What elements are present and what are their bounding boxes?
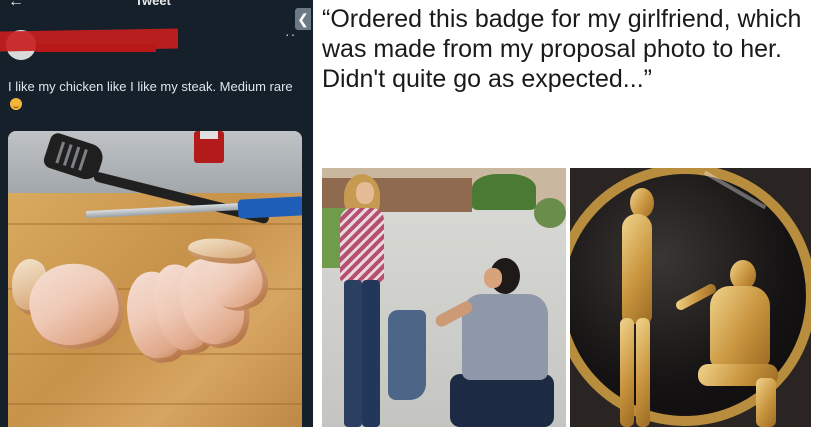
man-kneeling-legs bbox=[450, 374, 554, 427]
chevron-left-icon[interactable]: ❮ bbox=[295, 8, 311, 30]
background-plant bbox=[534, 198, 566, 228]
badge-kneeling-body bbox=[710, 286, 770, 368]
background-bush bbox=[472, 174, 536, 210]
badge-kneeling-shin bbox=[756, 378, 776, 427]
tweet-header: ← Tweet bbox=[0, 0, 313, 14]
meme-collage: ← Tweet ·· I like my chicken like I like… bbox=[0, 0, 817, 427]
grinning-face-emoji-icon bbox=[10, 98, 22, 110]
tweet-screenshot: ← Tweet ·· I like my chicken like I like… bbox=[0, 0, 313, 427]
woman-face bbox=[356, 182, 374, 204]
meme-caption: “Ordered this badge for my girlfriend, w… bbox=[322, 5, 802, 93]
badge-figure-leg bbox=[636, 318, 650, 427]
badge-photo[interactable] bbox=[570, 168, 811, 427]
wood-grain bbox=[8, 403, 302, 405]
man-face bbox=[484, 268, 502, 288]
woman-leg bbox=[344, 280, 362, 427]
wood-grain bbox=[8, 223, 302, 225]
badge-figure-leg bbox=[620, 318, 634, 427]
woman-striped-shirt bbox=[340, 208, 384, 282]
tweet-body: I like my chicken like I like my steak. … bbox=[8, 78, 298, 112]
tweet-body-text: I like my chicken like I like my steak. … bbox=[8, 79, 293, 94]
denim-jacket bbox=[388, 310, 426, 400]
bottle-cap bbox=[200, 131, 218, 139]
arrow-left-icon[interactable]: ← bbox=[8, 0, 24, 10]
spatula-slot bbox=[78, 149, 88, 171]
badge-figure-body bbox=[622, 214, 652, 324]
proposal-photo[interactable] bbox=[322, 168, 566, 427]
man-shirt bbox=[462, 294, 548, 380]
woman-leg bbox=[362, 280, 380, 427]
tweet-photo[interactable] bbox=[8, 131, 302, 427]
tweet-header-title: Tweet bbox=[135, 0, 171, 8]
knife-handle bbox=[237, 196, 302, 219]
redacted-handle bbox=[36, 44, 156, 52]
